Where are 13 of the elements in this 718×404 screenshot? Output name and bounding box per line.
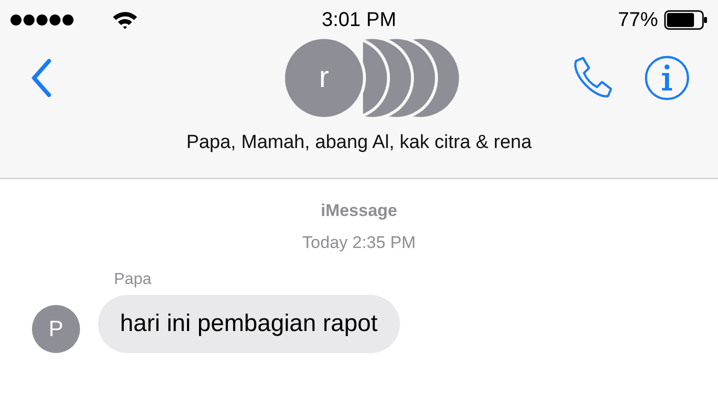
wifi-icon — [112, 10, 138, 30]
back-chevron-icon — [30, 58, 52, 98]
group-name[interactable]: Papa, Mamah, abang Al, kak citra & rena — [0, 132, 718, 154]
sender-avatar: P — [32, 305, 80, 353]
status-time: 3:01 PM — [322, 8, 396, 32]
sender-name: Papa — [114, 271, 152, 289]
info-button[interactable] — [644, 55, 690, 101]
message-bubble[interactable]: hari ini pembagian rapot — [98, 295, 400, 353]
timestamp: Today 2:35 PM — [301, 233, 417, 253]
battery-icon — [664, 10, 708, 30]
info-icon — [644, 55, 690, 101]
service-label: iMessage — [320, 201, 398, 221]
battery-percentage: 77% — [618, 8, 658, 32]
